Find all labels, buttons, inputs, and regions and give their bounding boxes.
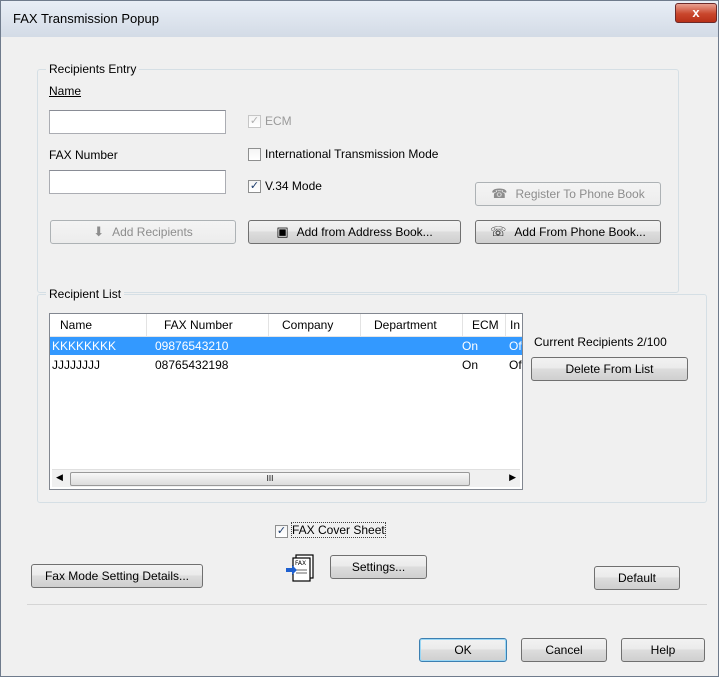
scroll-right-icon[interactable]: ▶ [509,472,516,483]
register-button-label: Register To Phone Book [515,187,645,201]
name-field[interactable] [49,110,226,134]
help-button-label: Help [650,643,676,657]
table-row[interactable]: KKKKKKKK 09876543210 On Of [50,337,522,355]
ecm-label: ECM [265,114,292,128]
column-header-name[interactable]: Name [60,318,92,332]
arrow-down-icon: ⬇ [93,224,105,239]
name-label: Name [49,84,82,98]
v34-mode-label: V.34 Mode [265,179,322,193]
default-button-label: Default [617,571,657,585]
table-row[interactable]: JJJJJJJJ 08765432198 On Of [50,356,522,374]
settings-button-label: Settings... [351,560,406,574]
recipient-list-title: Recipient List [46,287,125,301]
fax-mode-setting-details-button[interactable]: Fax Mode Setting Details... [31,564,203,588]
international-mode-checkbox[interactable] [248,148,261,161]
default-button[interactable]: Default [594,566,680,590]
cover-sheet-icon: FAX [286,553,316,583]
add-from-address-book-button[interactable]: ▣ Add from Address Book... [248,220,461,244]
cancel-button[interactable]: Cancel [521,638,607,662]
close-icon: x [692,5,700,20]
recipients-entry-group: Recipients Entry Name FAX Number ✓ ECM I… [37,62,679,293]
address-book-icon: ▣ [276,224,289,239]
phone-book-icon: ☏ [490,224,507,239]
fax-mode-label: Fax Mode Setting Details... [44,569,190,583]
footer-separator [27,604,707,605]
cover-sheet-settings-button[interactable]: Settings... [330,555,427,579]
current-recipients-count: Current Recipients 2/100 [534,335,667,349]
ecm-checkbox[interactable]: ✓ [248,115,261,128]
fax-cover-sheet-checkbox[interactable]: ✓ [275,525,288,538]
scroll-left-icon[interactable]: ◀ [56,472,63,483]
recipient-list-group: Recipient List Name FAX Number Company D… [37,287,707,503]
row-fax: 08765432198 [155,358,229,372]
title-bar[interactable]: FAX Transmission Popup x [1,1,718,37]
v34-mode-checkbox[interactable]: ✓ [248,180,261,193]
fax-number-field[interactable] [49,170,226,194]
recipient-list-view[interactable]: Name FAX Number Company Department ECM I… [49,313,523,490]
row-intl: Of [509,339,522,353]
row-ecm: On [462,358,479,372]
window-title: FAX Transmission Popup [13,11,159,26]
column-header-department[interactable]: Department [374,318,437,332]
row-name: KKKKKKKK [52,339,117,353]
scroll-thumb[interactable]: III [70,472,470,486]
help-button[interactable]: Help [621,638,705,662]
cancel-button-label: Cancel [545,643,583,657]
add-recipients-label: Add Recipients [112,225,193,239]
international-mode-label: International Transmission Mode [265,147,439,161]
column-header-fax-number[interactable]: FAX Number [164,318,233,332]
list-header: Name FAX Number Company Department ECM I… [50,314,522,337]
column-header-company[interactable]: Company [282,318,333,332]
fax-number-label: FAX Number [49,148,118,162]
recipients-entry-title: Recipients Entry [46,62,140,76]
scroll-grip-icon: III [266,474,274,483]
horizontal-scrollbar[interactable]: ◀ III ▶ [52,469,520,487]
row-fax: 09876543210 [155,339,229,353]
phone-icon: ☎ [491,186,508,201]
delete-from-list-label: Delete From List [565,362,654,376]
add-address-book-label: Add from Address Book... [296,225,433,239]
delete-from-list-button[interactable]: Delete From List [531,357,688,381]
column-header-ecm[interactable]: ECM [472,318,499,332]
dialog-body: Recipients Entry Name FAX Number ✓ ECM I… [9,37,710,668]
svg-text:FAX: FAX [295,560,306,567]
row-intl: Of [509,358,522,372]
row-ecm: On [462,339,479,353]
fax-transmission-window: FAX Transmission Popup x Recipients Entr… [0,0,719,677]
fax-cover-sheet-label: FAX Cover Sheet [291,522,386,538]
add-from-phone-book-button[interactable]: ☏ Add From Phone Book... [475,220,661,244]
add-recipients-button[interactable]: ⬇ Add Recipients [50,220,236,244]
column-header-intl[interactable]: In [510,318,520,332]
close-button[interactable]: x [675,3,717,23]
ok-button-label: OK [454,643,472,657]
ok-button[interactable]: OK [419,638,507,662]
add-phone-book-label: Add From Phone Book... [514,225,646,239]
register-to-phone-book-button[interactable]: ☎ Register To Phone Book [475,182,661,206]
row-name: JJJJJJJJ [52,358,100,372]
